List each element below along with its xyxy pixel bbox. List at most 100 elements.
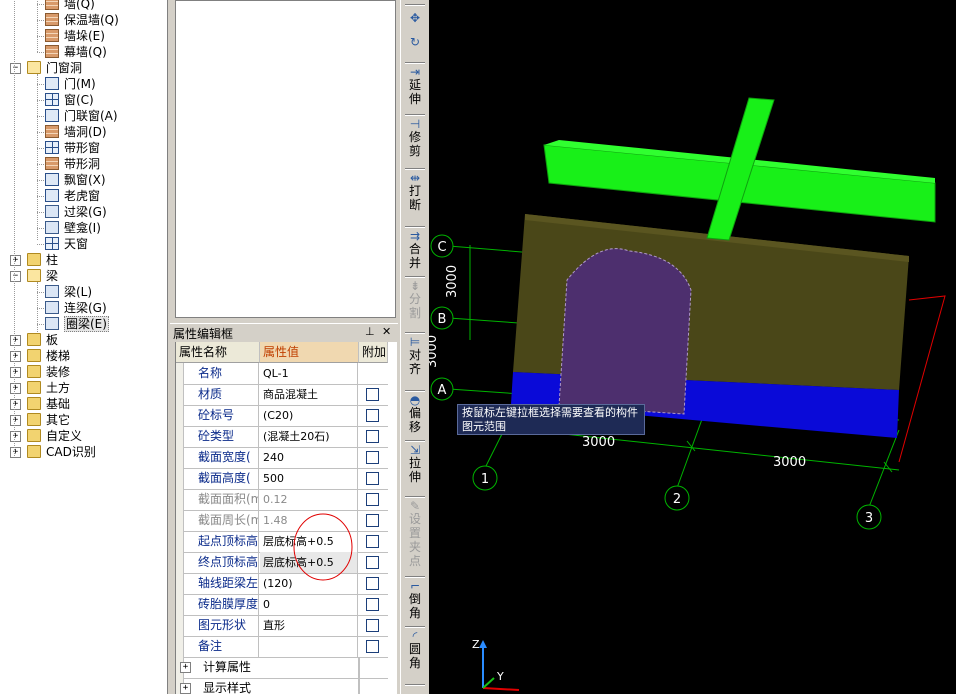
property-row[interactable]: 截面高度(500: [176, 468, 388, 490]
fillet-button[interactable]: ◜ 圆角: [404, 630, 426, 670]
offset-button[interactable]: ◓ 偏移: [404, 394, 426, 434]
extra-checkbox[interactable]: [366, 430, 379, 443]
tree-item[interactable]: 墙(Q): [0, 0, 167, 12]
property-row[interactable]: 图元形状 直形: [176, 615, 388, 637]
component-tree[interactable]: 墙(Q) 保温墙(Q) 墙垛(E) 幕墙(Q) − 门窗洞 门(M) 窗(C) 门联窗(A) 墙洞…: [0, 0, 168, 694]
tree-item[interactable]: − 梁: [0, 268, 167, 284]
tree-item[interactable]: + CAD识别: [0, 444, 167, 460]
property-value[interactable]: (C20): [260, 405, 358, 426]
tree-item[interactable]: 天窗: [0, 236, 167, 252]
tree-item[interactable]: 墙垛(E): [0, 28, 167, 44]
property-row[interactable]: 备注: [176, 636, 388, 658]
extra-checkbox[interactable]: [366, 598, 379, 611]
folder-open-icon: [27, 61, 41, 74]
rotate-button[interactable]: ↻: [404, 36, 426, 48]
tree-item[interactable]: 幕墙(Q): [0, 44, 167, 60]
property-value[interactable]: QL-1: [260, 363, 358, 384]
tree-item[interactable]: + 装修: [0, 364, 167, 380]
tree-item[interactable]: 门联窗(A): [0, 108, 167, 124]
tree-item[interactable]: 门(M): [0, 76, 167, 92]
tree-item[interactable]: 连梁(G): [0, 300, 167, 316]
tree-item[interactable]: + 柱: [0, 252, 167, 268]
stretch-button[interactable]: ⇲ 拉伸: [404, 444, 426, 484]
property-group[interactable]: + 计算属性: [176, 657, 388, 679]
align-button[interactable]: ⊨ 对齐: [404, 336, 426, 376]
tree-item[interactable]: 飘窗(X): [0, 172, 167, 188]
extra-checkbox[interactable]: [366, 556, 379, 569]
expand-icon[interactable]: +: [10, 367, 21, 378]
extra-checkbox[interactable]: [366, 535, 379, 548]
merge-icon: ⇉: [409, 229, 421, 243]
tree-item[interactable]: − 门窗洞: [0, 60, 167, 76]
tree-item-label: 土方: [46, 381, 71, 395]
expand-icon[interactable]: +: [10, 351, 21, 362]
extra-checkbox[interactable]: [366, 577, 379, 590]
property-value[interactable]: 500: [260, 468, 358, 489]
tree-item[interactable]: + 基础: [0, 396, 167, 412]
extra-checkbox[interactable]: [366, 388, 379, 401]
extra-checkbox[interactable]: [366, 619, 379, 632]
property-name: 砼类型: [183, 426, 259, 447]
tree-item[interactable]: + 土方: [0, 380, 167, 396]
tree-item[interactable]: 过梁(G): [0, 204, 167, 220]
property-row[interactable]: 截面面积(m 0.12: [176, 489, 388, 511]
extra-checkbox[interactable]: [366, 640, 379, 653]
3d-viewport[interactable]: C B A 1 2 3 3000 3000 3000 3000 Z Y: [429, 0, 956, 694]
tree-item[interactable]: + 板: [0, 332, 167, 348]
expand-icon[interactable]: +: [10, 335, 21, 346]
expand-icon[interactable]: +: [10, 415, 21, 426]
property-value[interactable]: [260, 636, 358, 657]
property-row[interactable]: 名称 QL-1: [176, 363, 388, 385]
expand-icon[interactable]: +: [10, 255, 21, 266]
property-row[interactable]: 材质 商品混凝土: [176, 384, 388, 406]
tree-item[interactable]: 壁龛(I): [0, 220, 167, 236]
tree-item[interactable]: 墙洞(D): [0, 124, 167, 140]
property-group[interactable]: + 显示样式: [176, 678, 388, 694]
expand-icon[interactable]: +: [10, 431, 21, 442]
chamfer-button[interactable]: ⌐ 倒角: [404, 580, 426, 620]
tree-item[interactable]: + 其它: [0, 412, 167, 428]
property-value[interactable]: 240: [260, 447, 358, 468]
close-icon[interactable]: ✕: [382, 325, 391, 338]
extra-checkbox[interactable]: [366, 409, 379, 422]
property-group-label: 计算属性: [183, 657, 359, 678]
extend-button[interactable]: ⇥ 延伸: [404, 66, 426, 106]
tree-item[interactable]: 圈梁(E): [0, 316, 167, 332]
property-value[interactable]: 0: [260, 594, 358, 615]
extra-checkbox[interactable]: [366, 472, 379, 485]
collapse-icon[interactable]: −: [10, 63, 21, 74]
property-row[interactable]: 砼类型 (混凝土20石): [176, 426, 388, 448]
expand-icon[interactable]: +: [10, 399, 21, 410]
move-button[interactable]: ✥: [404, 12, 426, 24]
extra-checkbox[interactable]: [366, 493, 379, 506]
property-value[interactable]: 0.12: [260, 489, 358, 510]
tree-item[interactable]: + 楼梯: [0, 348, 167, 364]
component-list-panel[interactable]: [175, 0, 396, 318]
property-value[interactable]: (混凝土20石): [260, 426, 358, 447]
break-button[interactable]: ⇹ 打断: [404, 172, 426, 212]
split-button[interactable]: ⇟ 分割: [404, 280, 426, 320]
property-value[interactable]: 直形: [260, 615, 358, 636]
tree-item[interactable]: 梁(L): [0, 284, 167, 300]
expand-icon[interactable]: +: [10, 383, 21, 394]
tree-item[interactable]: + 自定义: [0, 428, 167, 444]
property-row[interactable]: 砖胎膜厚度 0: [176, 594, 388, 616]
collapse-icon[interactable]: −: [10, 271, 21, 282]
set-anchor-button[interactable]: ✎ 设置夹点: [404, 500, 426, 568]
folder-icon: [27, 253, 41, 266]
property-row[interactable]: 截面宽度(240: [176, 447, 388, 469]
property-row[interactable]: 砼标号 (C20): [176, 405, 388, 427]
extra-checkbox[interactable]: [366, 451, 379, 464]
trim-button[interactable]: ⊣ 修剪: [404, 118, 426, 158]
tree-item[interactable]: 保温墙(Q): [0, 12, 167, 28]
break-icon: ⇹: [409, 171, 421, 185]
tree-item[interactable]: 带形窗: [0, 140, 167, 156]
property-value[interactable]: 商品混凝土: [260, 384, 358, 405]
extra-checkbox[interactable]: [366, 514, 379, 527]
tree-item[interactable]: 带形洞: [0, 156, 167, 172]
tree-item[interactable]: 老虎窗: [0, 188, 167, 204]
merge-button[interactable]: ⇉ 合并: [404, 230, 426, 270]
pin-icon[interactable]: ⊥: [365, 325, 375, 338]
tree-item[interactable]: 窗(C): [0, 92, 167, 108]
expand-icon[interactable]: +: [10, 447, 21, 458]
